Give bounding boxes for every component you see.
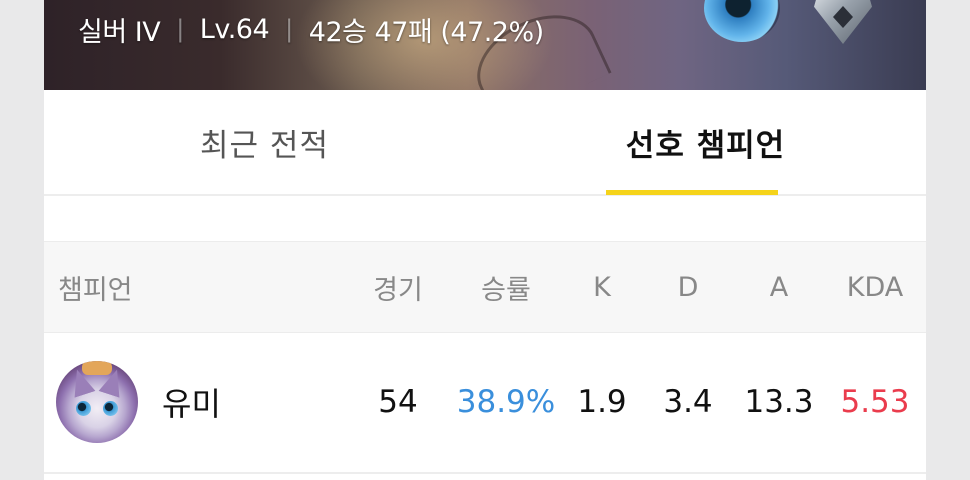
- header-deaths: D: [677, 271, 699, 303]
- kills-value: 1.9: [577, 384, 627, 420]
- profile-card: 실버 IV | Lv.64 | 42승 47패 (47.2%) 최근 전적 선호…: [44, 0, 926, 480]
- tab-favorite-champions[interactable]: 선호 챔피언: [485, 90, 926, 194]
- header-kda: KDA: [846, 271, 904, 303]
- deaths-value: 3.4: [663, 384, 713, 420]
- yuumi-avatar-icon: [56, 361, 138, 443]
- level-label: Lv.64: [199, 13, 270, 45]
- profile-banner: 실버 IV | Lv.64 | 42승 47패 (47.2%): [44, 0, 926, 90]
- banner-cat-eye: [704, 0, 780, 42]
- tier-label: 실버 IV: [78, 16, 161, 48]
- summary-divider: |: [285, 15, 293, 43]
- record-label: 42승 47패 (47.2%): [308, 16, 544, 48]
- profile-summary: 실버 IV | Lv.64 | 42승 47패 (47.2%): [78, 12, 544, 48]
- assists-value: 13.3: [744, 384, 814, 420]
- kda-value: 5.53: [840, 384, 910, 420]
- avatar-eye: [103, 401, 118, 416]
- header-champion: 챔피언: [58, 274, 133, 306]
- tab-recent-matches[interactable]: 최근 전적: [44, 90, 485, 194]
- header-games: 경기: [373, 274, 423, 306]
- avatar-hat: [82, 361, 112, 375]
- table-row[interactable]: 유미 54 38.9% 1.9 3.4 13.3 5.53: [44, 332, 926, 474]
- avatar-eye: [76, 401, 91, 416]
- header-winrate: 승률: [481, 274, 531, 306]
- champion-table-header: 챔피언 경기 승률 K D A KDA: [44, 241, 926, 333]
- active-tab-indicator: [606, 190, 778, 195]
- games-count: 54: [378, 384, 418, 420]
- summary-divider: |: [176, 15, 184, 43]
- tab-bar: 최근 전적 선호 챔피언: [44, 90, 926, 196]
- winrate-value: 38.9%: [456, 384, 556, 420]
- header-kills: K: [593, 271, 611, 303]
- champion-name: 유미: [162, 385, 221, 423]
- header-assists: A: [769, 271, 789, 303]
